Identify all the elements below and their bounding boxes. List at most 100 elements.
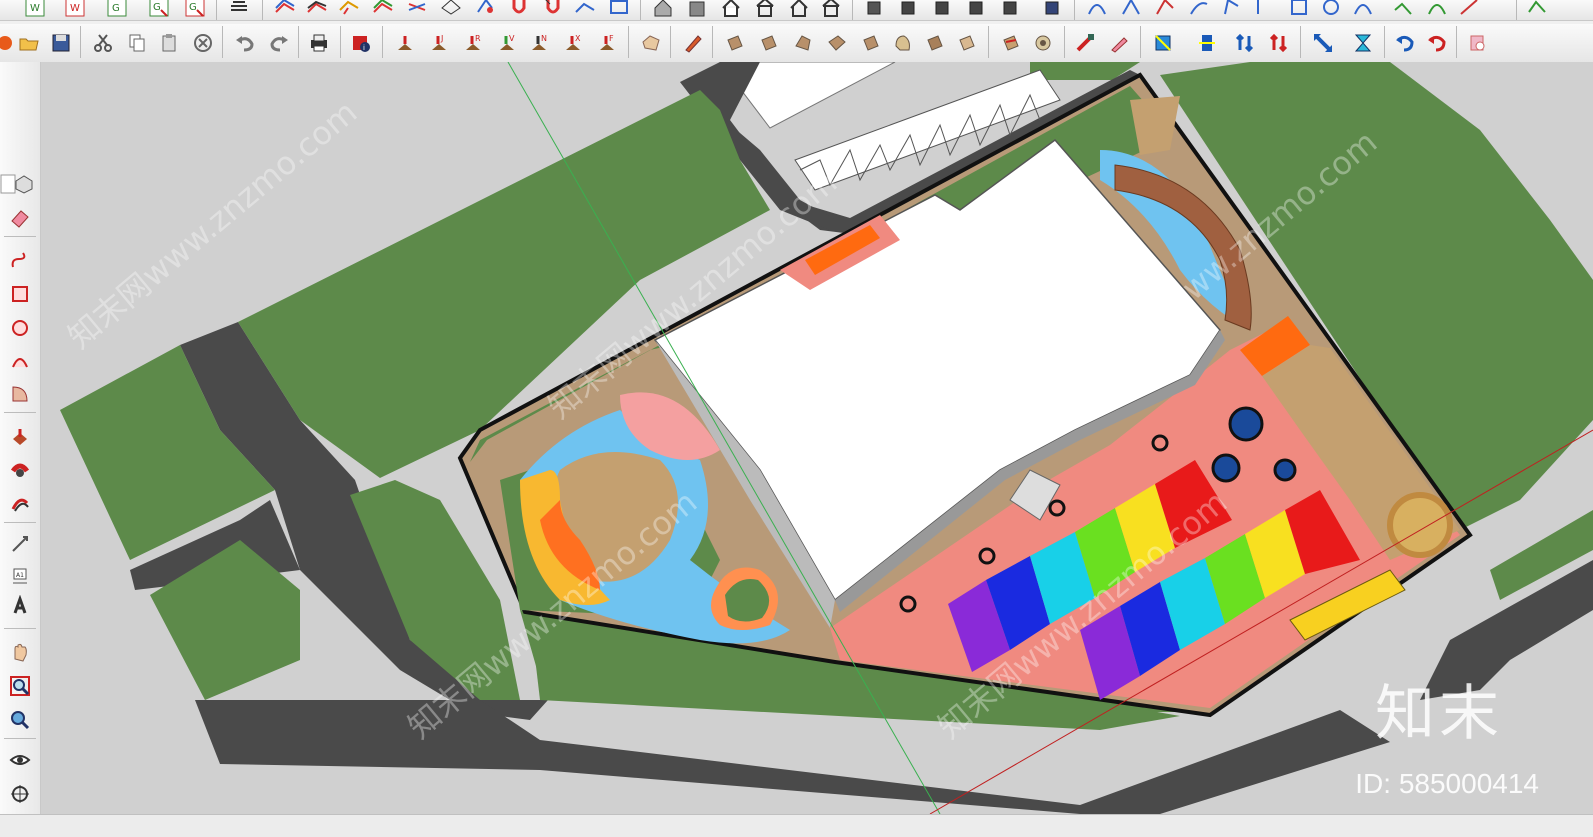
delete-icon[interactable] <box>190 30 216 56</box>
paste-icon[interactable] <box>156 30 182 56</box>
surface-6-icon[interactable] <box>438 0 464 20</box>
layer-w-red-icon[interactable]: W <box>62 0 88 20</box>
component-icon[interactable] <box>10 170 38 198</box>
face-2-icon[interactable] <box>756 30 782 56</box>
curve-4-icon[interactable] <box>1186 0 1212 20</box>
rotate-2-icon[interactable] <box>1424 30 1450 56</box>
position-camera-icon[interactable] <box>6 780 34 808</box>
cut-icon[interactable] <box>90 30 116 56</box>
face-6-icon[interactable] <box>890 30 916 56</box>
pie-icon[interactable] <box>6 380 34 408</box>
house-4-icon[interactable] <box>818 0 844 20</box>
box-blue-icon[interactable] <box>1150 30 1176 56</box>
pencil-icon[interactable] <box>680 30 706 56</box>
dimension-icon[interactable]: A1 <box>6 562 34 590</box>
arrows-up-icon[interactable] <box>1232 30 1258 56</box>
curve-2-icon[interactable] <box>1118 0 1144 20</box>
sketch-1-icon[interactable] <box>998 30 1024 56</box>
surface-1-icon[interactable] <box>272 0 298 20</box>
curve-10-icon[interactable] <box>1390 0 1416 20</box>
axis-f-icon[interactable]: F <box>594 30 620 56</box>
curve-7-icon[interactable] <box>1286 0 1312 20</box>
face-1-icon[interactable] <box>722 30 748 56</box>
house-tool-1-icon[interactable] <box>650 0 676 20</box>
axis-r-icon[interactable]: R <box>460 30 486 56</box>
layer-g-icon[interactable]: G <box>104 0 130 20</box>
push-pull-icon[interactable] <box>6 424 34 452</box>
frame-icon[interactable] <box>606 0 632 20</box>
surface-3-icon[interactable] <box>336 0 362 20</box>
face-4-icon[interactable] <box>824 30 850 56</box>
surface-5-icon[interactable] <box>404 0 430 20</box>
house-3-icon[interactable] <box>786 0 812 20</box>
surface-8-icon[interactable] <box>572 0 598 20</box>
house-tool-2-icon[interactable] <box>684 0 710 20</box>
layer-g-red-icon[interactable]: G <box>182 0 208 20</box>
tape-measure-icon[interactable] <box>6 530 34 558</box>
print-icon[interactable] <box>306 30 332 56</box>
box-tool-6-icon[interactable] <box>1040 0 1066 20</box>
surface-7-icon[interactable] <box>472 0 498 20</box>
curve-12-icon[interactable] <box>1456 0 1482 20</box>
model-info-icon[interactable]: i <box>348 30 374 56</box>
eraser-icon[interactable] <box>6 204 34 232</box>
box-tool-4-icon[interactable] <box>964 0 990 20</box>
shape-1-icon[interactable] <box>638 30 664 56</box>
follow-me-icon[interactable] <box>6 456 34 484</box>
sketch-2-icon[interactable] <box>1030 30 1056 56</box>
curve-13-icon[interactable] <box>1524 0 1550 20</box>
freehand-icon[interactable] <box>6 246 34 274</box>
box-tool-2-icon[interactable] <box>896 0 922 20</box>
axis-j-icon[interactable]: J <box>426 30 452 56</box>
axis-v-icon[interactable]: V <box>494 30 520 56</box>
curve-5-icon[interactable] <box>1218 0 1244 20</box>
look-around-icon[interactable] <box>6 746 34 774</box>
scale-icon[interactable] <box>1310 30 1336 56</box>
arrows-down-icon[interactable] <box>1266 30 1292 56</box>
rectangle-icon[interactable] <box>6 280 34 308</box>
zoom-window-icon[interactable] <box>6 672 34 700</box>
box-tool-5-icon[interactable] <box>998 0 1024 20</box>
house-2-icon[interactable] <box>752 0 778 20</box>
surface-4-icon[interactable] <box>370 0 396 20</box>
magnet-icon[interactable] <box>506 0 532 20</box>
face-5-icon[interactable] <box>858 30 884 56</box>
rotate-icon[interactable] <box>1392 30 1418 56</box>
paint-2-icon[interactable] <box>1106 30 1132 56</box>
3d-text-icon[interactable] <box>6 592 34 620</box>
undo-icon[interactable] <box>232 30 258 56</box>
curve-6-icon[interactable] <box>1250 0 1276 20</box>
zoom-extents-icon[interactable] <box>6 706 34 734</box>
curve-11-icon[interactable] <box>1424 0 1450 20</box>
axis-icon[interactable] <box>392 30 418 56</box>
layer-g-arrow-icon[interactable]: G <box>146 0 172 20</box>
layer-w-icon[interactable]: W <box>22 0 48 20</box>
flip-icon[interactable] <box>1194 30 1220 56</box>
stack-icon[interactable] <box>226 0 252 20</box>
curve-8-icon[interactable] <box>1318 0 1344 20</box>
house-icon[interactable] <box>718 0 744 20</box>
surface-2-icon[interactable] <box>304 0 330 20</box>
face-8-icon[interactable] <box>954 30 980 56</box>
curve-1-icon[interactable] <box>1084 0 1110 20</box>
face-7-icon[interactable] <box>922 30 948 56</box>
curve-3-icon[interactable] <box>1152 0 1178 20</box>
model-viewport[interactable]: 知末网www.znzmo.com 知末网www.znzmo.com 知末网www… <box>41 62 1593 814</box>
box-tool-3-icon[interactable] <box>930 0 956 20</box>
circle-icon[interactable] <box>6 314 34 342</box>
magnet-2-icon[interactable] <box>540 0 566 20</box>
axis-x-icon[interactable]: X <box>560 30 586 56</box>
arc-icon[interactable] <box>6 348 34 376</box>
save-icon[interactable] <box>48 30 74 56</box>
paint-1-icon[interactable] <box>1072 30 1098 56</box>
eraser-pink-icon[interactable] <box>1464 30 1490 56</box>
offset-icon[interactable] <box>6 490 34 518</box>
pan-icon[interactable] <box>6 638 34 666</box>
box-tool-1-icon[interactable] <box>862 0 888 20</box>
copy-icon[interactable] <box>124 30 150 56</box>
hourglass-icon[interactable] <box>1350 30 1376 56</box>
axis-n-icon[interactable]: N <box>526 30 552 56</box>
open-folder-icon[interactable] <box>16 30 42 56</box>
face-3-icon[interactable] <box>790 30 816 56</box>
curve-9-icon[interactable] <box>1350 0 1376 20</box>
